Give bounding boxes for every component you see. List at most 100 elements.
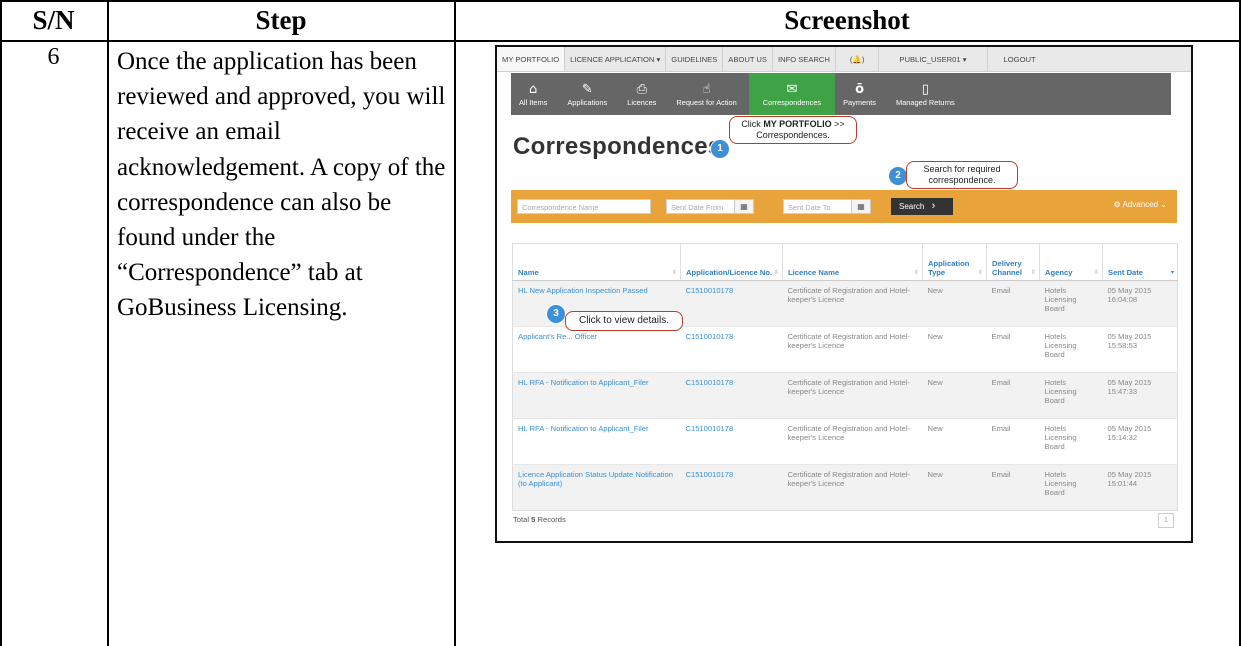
tab-all-items[interactable]: ⌂ All Items: [511, 73, 555, 115]
column-divider: [107, 0, 109, 646]
type-cell: New: [922, 326, 987, 373]
sent-date-to-input[interactable]: Sent Date To: [783, 199, 853, 214]
total-prefix: Total: [513, 515, 532, 524]
type-cell: New: [922, 280, 987, 327]
sort-icon: ⇳: [977, 269, 983, 276]
agency-cell: Hotels Licensing Board: [1039, 326, 1103, 373]
page-button[interactable]: 1: [1158, 513, 1174, 528]
tab-request-for-action[interactable]: ☝ Request for Action: [664, 73, 748, 115]
col-application-no[interactable]: Application/Licence No. ⇳: [680, 243, 783, 281]
correspondence-name-input[interactable]: Correspondence Name: [517, 199, 651, 214]
col-label: Licence Name: [788, 268, 840, 277]
col-agency[interactable]: Agency ⇳: [1039, 243, 1103, 281]
application-no-link[interactable]: C1510010178: [680, 464, 783, 511]
tab-label: Request for Action: [676, 98, 737, 107]
application-no-link[interactable]: C1510010178: [680, 418, 783, 465]
chevron-right-icon: ›: [931, 200, 936, 212]
column-divider: [454, 0, 456, 646]
sort-icon: ⇳: [773, 269, 779, 276]
col-sent-date[interactable]: Sent Date ▾: [1102, 243, 1178, 281]
sort-icon: ⇳: [913, 269, 919, 276]
nav-licence-application[interactable]: LICENCE APPLICATION ▾: [565, 47, 667, 71]
callout-badge-1: 1: [711, 140, 729, 158]
sent-date-from-input[interactable]: Sent Date From: [666, 199, 736, 214]
document-table: S/N Step Screenshot 6 Once the applicati…: [0, 0, 1241, 646]
col-name[interactable]: Name ⇳: [512, 243, 681, 281]
table-row[interactable]: HL RFA - Notification to Applicant_Filer…: [512, 372, 1178, 419]
advanced-label: Advanced: [1122, 200, 1159, 209]
table-row[interactable]: Licence Application Status Update Notifi…: [512, 464, 1178, 511]
agency-cell: Hotels Licensing Board: [1039, 372, 1103, 419]
col-label: Application Type: [928, 259, 970, 277]
nav-user-menu[interactable]: PUBLIC_USER01 ▾: [879, 47, 988, 71]
table-row[interactable]: Applicant's Re... Officer C1510010178 Ce…: [512, 326, 1178, 373]
top-nav: MY PORTFOLIO LICENCE APPLICATION ▾ GUIDE…: [497, 47, 1191, 72]
header-screenshot: Screenshot: [784, 4, 910, 35]
header-step: Step: [255, 4, 307, 35]
tab-label: All Items: [519, 98, 548, 107]
date-cell: 05 May 2015 15:01:44: [1102, 464, 1178, 511]
tab-managed-returns[interactable]: ▯ Managed Returns: [884, 73, 967, 115]
tab-correspondences[interactable]: ✉ Correspondences: [748, 73, 836, 115]
tab-licences[interactable]: ⎙ Licences: [619, 73, 664, 115]
search-button[interactable]: Search ›: [891, 198, 953, 215]
date-cell: 05 May 2015 15:58:53: [1102, 326, 1178, 373]
channel-cell: Email: [986, 326, 1040, 373]
calendar-icon[interactable]: ▦: [734, 199, 754, 214]
correspondence-table: Name ⇳ Application/Licence No. ⇳ Licence N…: [512, 243, 1178, 511]
sort-desc-icon: ▾: [1170, 269, 1174, 276]
tab-label: Managed Returns: [896, 98, 955, 107]
col-label: Application/Licence No.: [686, 268, 773, 277]
callout-3: Click to view details.: [565, 311, 683, 331]
bell-icon[interactable]: (🔔): [836, 47, 880, 71]
type-cell: New: [922, 418, 987, 465]
col-label: Name: [518, 268, 539, 277]
table-border-right: [1239, 0, 1241, 646]
correspondence-link[interactable]: HL RFA - Notification to Applicant_Filer: [512, 418, 681, 465]
agency-cell: Hotels Licensing Board: [1039, 418, 1103, 465]
tab-payments[interactable]: ō Payments: [835, 73, 884, 115]
type-cell: New: [922, 464, 987, 511]
correspondence-link[interactable]: Licence Application Status Update Notifi…: [512, 464, 681, 511]
nav-info-search[interactable]: INFO SEARCH: [773, 47, 836, 71]
application-no-link[interactable]: C1510010178: [680, 372, 783, 419]
col-licence-name[interactable]: Licence Name ⇳: [782, 243, 923, 281]
calendar-icon[interactable]: ▦: [851, 199, 871, 214]
col-label: Delivery Channel: [992, 259, 1022, 277]
home-icon: ⌂: [529, 82, 538, 97]
date-cell: 05 May 2015 15:14:32: [1102, 418, 1178, 465]
portfolio-tab-bar: ⌂ All Items ✎ Applications ⎙ Licences ☝ Requ…: [511, 73, 1171, 115]
total-suffix: Records: [535, 515, 566, 524]
licence-name-cell: Certificate of Registration and Hotel-ke…: [782, 280, 923, 327]
nav-my-portfolio[interactable]: MY PORTFOLIO: [497, 47, 566, 71]
col-delivery-channel[interactable]: Delivery Channel ⇳: [986, 243, 1040, 281]
advanced-search-toggle[interactable]: ⚙ Advanced ⌄: [1114, 200, 1167, 209]
correspondence-link[interactable]: HL RFA - Notification to Applicant_Filer: [512, 372, 681, 419]
screenshot-image: MY PORTFOLIO LICENCE APPLICATION ▾ GUIDE…: [495, 45, 1193, 543]
application-no-link[interactable]: C1510010178: [680, 280, 783, 327]
nav-logout[interactable]: LOGOUT: [988, 47, 1052, 71]
tab-label: Correspondences: [762, 98, 822, 107]
channel-cell: Email: [986, 464, 1040, 511]
date-cell: 05 May 2015 16:04:08: [1102, 280, 1178, 327]
money-bag-icon: ō: [855, 82, 865, 97]
nav-guidelines[interactable]: GUIDELINES: [666, 47, 724, 71]
agency-cell: Hotels Licensing Board: [1039, 280, 1103, 327]
application-no-link[interactable]: C1510010178: [680, 326, 783, 373]
correspondence-link[interactable]: Applicant's Re... Officer: [512, 326, 681, 373]
table-border-left: [0, 0, 2, 646]
col-application-type[interactable]: Application Type ⇳: [922, 243, 987, 281]
document-icon: ▯: [921, 82, 929, 97]
callout-bold: MY PORTFOLIO: [763, 119, 832, 129]
channel-cell: Email: [986, 280, 1040, 327]
header-sn: S/N: [32, 4, 75, 35]
step-description: Once the application has been reviewed a…: [117, 48, 446, 322]
col-label: Agency: [1045, 268, 1073, 277]
chevron-down-icon: ⌄: [1160, 200, 1167, 209]
tab-label: Payments: [843, 98, 876, 107]
pencil-icon: ✎: [581, 82, 593, 97]
tab-applications[interactable]: ✎ Applications: [555, 73, 619, 115]
table-row[interactable]: HL RFA - Notification to Applicant_Filer…: [512, 418, 1178, 465]
sort-icon: ⇳: [671, 269, 677, 276]
nav-about-us[interactable]: ABOUT US: [723, 47, 773, 71]
